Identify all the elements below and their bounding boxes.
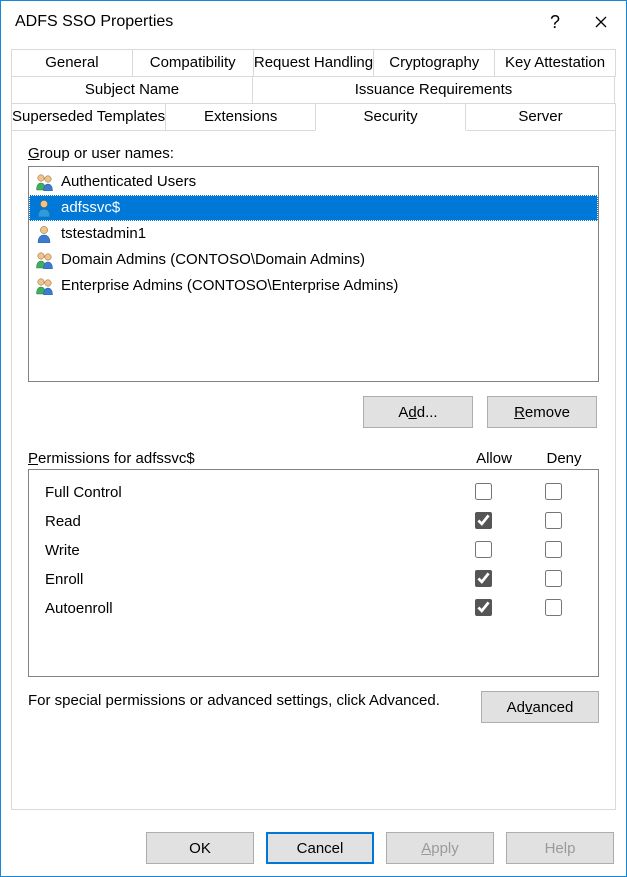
tab-extensions[interactable]: Extensions [165, 103, 316, 131]
titlebar: ADFS SSO Properties ? [1, 1, 626, 43]
permission-name: Read [45, 513, 448, 530]
advanced-button[interactable]: Advanced [481, 691, 599, 723]
tab-issuance-requirements[interactable]: Issuance Requirements [252, 76, 615, 104]
tab-row-1: General Compatibility Request Handling C… [11, 49, 616, 77]
window-title: ADFS SSO Properties [15, 13, 532, 31]
tab-general[interactable]: General [11, 49, 133, 77]
advanced-row: For special permissions or advanced sett… [28, 691, 599, 723]
deny-checkbox[interactable] [545, 512, 562, 529]
list-item[interactable]: adfssvc$ [29, 195, 598, 221]
column-deny: Deny [529, 450, 599, 467]
advanced-text: For special permissions or advanced sett… [28, 691, 469, 711]
permissions-for-label: Permissions for adfssvc$ [28, 450, 459, 467]
allow-checkbox[interactable] [475, 599, 492, 616]
help-icon[interactable]: ? [532, 1, 578, 43]
permission-name: Full Control [45, 484, 448, 501]
allow-checkbox[interactable] [475, 512, 492, 529]
list-item[interactable]: Domain Admins (CONTOSO\Domain Admins) [29, 247, 598, 273]
allow-checkbox[interactable] [475, 483, 492, 500]
permission-row: Full Control [35, 478, 592, 507]
apply-button[interactable]: Apply [386, 832, 494, 864]
permission-row: Autoenroll [35, 594, 592, 623]
deny-checkbox[interactable] [545, 599, 562, 616]
client-area: General Compatibility Request Handling C… [1, 43, 626, 820]
group-icon [35, 251, 55, 269]
deny-checkbox[interactable] [545, 570, 562, 587]
ok-button[interactable]: OK [146, 832, 254, 864]
allow-checkbox[interactable] [475, 541, 492, 558]
principal-name: Enterprise Admins (CONTOSO\Enterprise Ad… [61, 275, 398, 297]
tabstrip: General Compatibility Request Handling C… [11, 49, 616, 131]
principal-name: tstestadmin1 [61, 223, 146, 245]
deny-checkbox[interactable] [545, 483, 562, 500]
user-icon [35, 199, 55, 217]
group-or-user-names-label: Group or user names: [28, 145, 599, 162]
tab-server[interactable]: Server [465, 103, 616, 131]
close-icon[interactable] [578, 1, 624, 43]
help-button[interactable]: Help [506, 832, 614, 864]
permissions-header: Permissions for adfssvc$ Allow Deny [28, 450, 599, 467]
dialog-buttons: OK Cancel Apply Help [1, 820, 626, 876]
tab-key-attestation[interactable]: Key Attestation [494, 49, 616, 77]
permission-row: Enroll [35, 565, 592, 594]
tab-cryptography[interactable]: Cryptography [373, 49, 495, 77]
permission-name: Autoenroll [45, 600, 448, 617]
permission-row: Write [35, 536, 592, 565]
principal-name: Domain Admins (CONTOSO\Domain Admins) [61, 249, 365, 271]
group-icon [35, 277, 55, 295]
tab-request-handling[interactable]: Request Handling [253, 49, 375, 77]
remove-button[interactable]: Remove [487, 396, 597, 428]
tab-page-security: Group or user names: Authenticated Users… [11, 131, 616, 810]
list-item[interactable]: tstestadmin1 [29, 221, 598, 247]
add-button[interactable]: Add... [363, 396, 473, 428]
allow-checkbox[interactable] [475, 570, 492, 587]
permission-name: Write [45, 542, 448, 559]
principal-buttons: Add... Remove [28, 382, 599, 428]
tab-row-3: Superseded Templates Extensions Security… [11, 103, 616, 131]
permission-row: Read [35, 507, 592, 536]
principals-list[interactable]: Authenticated Users adfssvc$ tstestadmin1 D… [28, 166, 599, 382]
permission-name: Enroll [45, 571, 448, 588]
permissions-list: Full Control Read Write Enroll Autoenroll [28, 469, 599, 677]
list-item[interactable]: Authenticated Users [29, 169, 598, 195]
principal-name: Authenticated Users [61, 171, 196, 193]
tab-subject-name[interactable]: Subject Name [11, 76, 253, 104]
cancel-button[interactable]: Cancel [266, 832, 374, 864]
principal-name: adfssvc$ [61, 197, 120, 219]
list-item[interactable]: Enterprise Admins (CONTOSO\Enterprise Ad… [29, 273, 598, 299]
tab-superseded-templates[interactable]: Superseded Templates [11, 103, 166, 131]
column-allow: Allow [459, 450, 529, 467]
tab-compatibility[interactable]: Compatibility [132, 49, 254, 77]
properties-dialog: ADFS SSO Properties ? General Compatibil… [0, 0, 627, 877]
tab-row-2: Subject Name Issuance Requirements [11, 76, 616, 104]
deny-checkbox[interactable] [545, 541, 562, 558]
group-icon [35, 173, 55, 191]
user-icon [35, 225, 55, 243]
tab-security[interactable]: Security [315, 103, 466, 131]
